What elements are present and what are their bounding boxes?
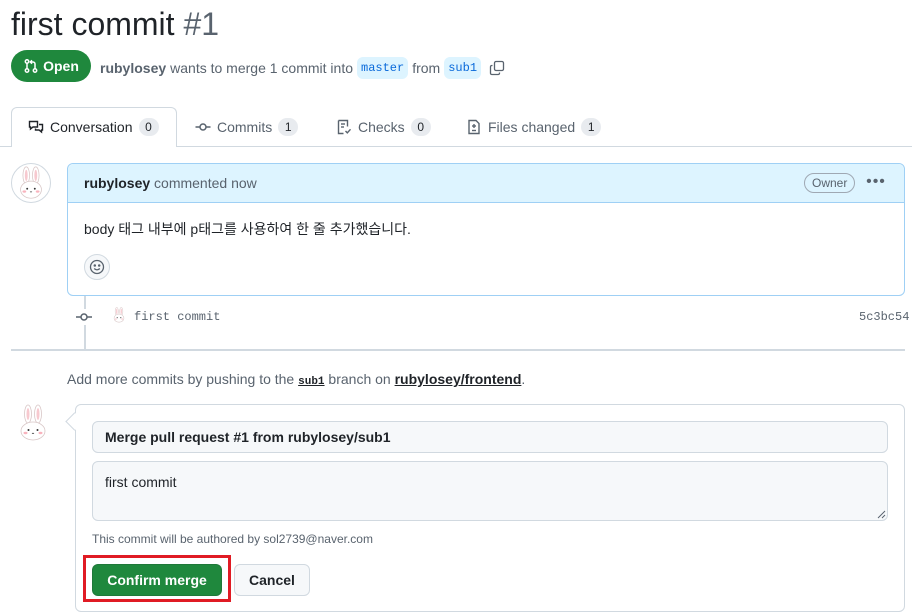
tab-files-changed[interactable]: Files changed 1 [466,107,602,147]
file-diff-icon [468,119,480,135]
comment-header: rubylosey commented now Owner ••• [68,164,904,203]
add-reaction-button[interactable] [84,254,110,280]
tab-checks[interactable]: Checks 0 [336,107,431,147]
pr-title: first commit #1 [11,2,219,46]
comment-author-line: rubylosey commented now [84,175,257,191]
tab-conversation[interactable]: Conversation 0 [28,107,159,147]
push-hint-prefix: Add more commits by pushing to the [67,371,295,387]
merge-title-input[interactable] [92,421,888,453]
tab-checks-label: Checks [358,119,405,135]
merge-body-textarea[interactable]: first commit [92,461,888,521]
timeline-divider [11,349,905,351]
from-text: from [412,60,441,76]
tab-commits[interactable]: Commits 1 [195,107,299,147]
pr-number: #1 [183,6,220,42]
cancel-button[interactable]: Cancel [234,564,310,596]
tab-checks-count: 0 [410,118,431,136]
push-hint-suffix: . [521,371,526,387]
git-commit-icon [195,123,211,131]
bunny-avatar-icon [20,404,46,441]
resize-grip-icon[interactable] [876,509,886,519]
bunny-avatar-icon [20,166,42,199]
tab-conversation-count: 0 [138,118,159,136]
tab-commits-count: 1 [278,118,299,136]
avatar[interactable] [13,402,53,442]
tab-files-changed-count: 1 [581,118,602,136]
repo-link[interactable]: rubylosey/frontend [395,371,522,387]
checklist-icon [337,119,352,135]
comment-time[interactable]: commented now [154,175,257,191]
comment-author[interactable]: rubylosey [84,175,150,191]
bunny-avatar-icon [113,307,125,323]
comment-box: rubylosey commented now Owner ••• body 태… [67,163,905,296]
merge-text: wants to merge 1 commit into [170,60,353,76]
push-hint-branch[interactable]: sub1 [298,376,324,388]
avatar[interactable] [11,163,51,203]
owner-badge: Owner [804,173,856,193]
pr-title-text: first commit [11,6,175,42]
state-badge: Open [11,50,91,82]
commit-sha[interactable]: 5c3bc54 [859,310,909,324]
tab-files-changed-label: Files changed [488,119,576,135]
head-branch[interactable]: sub1 [444,57,482,79]
smiley-icon [89,259,105,275]
comment-body: body 태그 내부에 p태그를 사용하여 한 줄 추가했습니다. [84,221,411,237]
pr-meta: rubylosey wants to merge 1 commit into m… [100,57,505,79]
state-label: Open [43,58,79,74]
push-hint: Add more commits by pushing to the sub1 … [67,371,525,388]
commit-author-note: This commit will be authored by sol2739@… [92,532,373,546]
git-commit-icon [76,309,92,325]
commit-message[interactable]: first commit [134,310,220,324]
kebab-horizontal-icon[interactable]: ••• [866,172,886,192]
confirm-merge-button[interactable]: Confirm merge [92,564,222,596]
tab-conversation-label: Conversation [50,119,133,135]
copy-icon[interactable] [489,60,505,76]
base-branch[interactable]: master [357,57,409,79]
pr-author-link[interactable]: rubylosey [100,59,166,77]
push-hint-middle: branch on [328,371,391,387]
git-pull-request-icon [24,59,38,73]
commit-author-avatar[interactable] [110,306,128,324]
tab-commits-label: Commits [217,119,273,135]
comment-discussion-icon [28,120,44,134]
